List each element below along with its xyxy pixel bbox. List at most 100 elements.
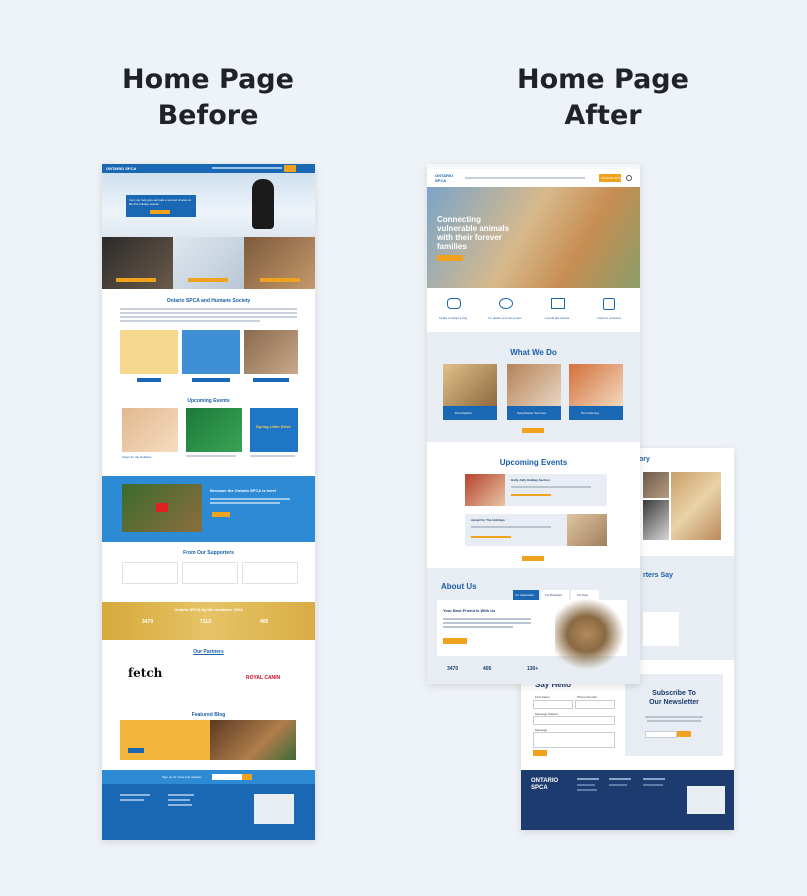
heading-after-line2: After [564, 100, 642, 131]
before-hero-text: Can you help give animals a second chanc… [129, 198, 192, 206]
search-icon[interactable] [626, 175, 632, 181]
before-number-3: 405 [260, 619, 269, 625]
after-send-button[interactable] [533, 750, 547, 756]
heading-before-line1: Home Page [122, 64, 294, 95]
after-stat-1: 3470 [447, 666, 459, 672]
before-event-1 [122, 408, 178, 452]
after-icon-label-1: I'd like to adopt a dog [438, 316, 468, 320]
before-promo-1 [120, 330, 178, 374]
after-story-photo-4 [671, 472, 721, 540]
before-video-player[interactable] [122, 484, 202, 532]
after-input-first-name[interactable] [533, 700, 573, 709]
after-newsletter-title-2: Our Newsletter [649, 699, 699, 706]
after-icon-label-4: I want to volunteer [596, 316, 622, 320]
after-what-we-do: What We Do Pet Adoption Spay/Neuter Serv… [427, 332, 640, 442]
before-partners-title: Our Partners [193, 649, 224, 655]
after-upcoming-title: Upcoming Events [499, 458, 568, 467]
after-hero: Connecting vulnerable animals with their… [427, 187, 640, 288]
after-footer-logo: ONTARIO SPCA [531, 778, 559, 791]
volunteer-icon[interactable] [603, 298, 615, 310]
before-signup-text: Sign up for news and updates [162, 775, 202, 779]
after-event-1-title: Holly Jolly Holiday Auction [511, 478, 550, 482]
after-event-2-title: Adopt For The Holidays [471, 518, 505, 522]
before-featured-blog-card [120, 720, 210, 760]
before-footer [102, 784, 315, 840]
before-donate-button[interactable] [284, 165, 296, 172]
after-event-2-photo [567, 514, 607, 546]
after-service-2-label: Spay/Neuter Services [517, 411, 547, 415]
after-footer-map [687, 786, 725, 814]
after-service-3-photo [569, 364, 623, 406]
after-newsletter-input[interactable] [645, 731, 677, 738]
after-hero-title: Connecting vulnerable animals with their… [437, 215, 510, 251]
before-intro-title: Ontario SPCA and Humane Society [166, 298, 251, 304]
before-featured-blog-title: Featured Blog [191, 712, 226, 718]
before-signup-input[interactable] [212, 774, 242, 780]
after-story-photo-1 [643, 472, 669, 498]
after-nav: ONTARIO SPCA DONATE NOW [427, 169, 640, 187]
before-featured-blog-photo [210, 720, 296, 760]
before-logo: ONTARIO SPCA [106, 166, 137, 171]
heading-after: Home Page After [503, 62, 703, 134]
after-logo: ONTARIO SPCA [435, 173, 454, 183]
after-input-subject[interactable] [533, 716, 615, 725]
before-number-2: 7113 [200, 619, 211, 625]
before-hero: Can you help give animals a second chanc… [102, 173, 315, 237]
before-event-2 [186, 408, 242, 452]
after-about-tab-1-label: Our Organization [515, 594, 535, 597]
before-partner-fetch: fetch [128, 666, 163, 680]
before-header: ONTARIO SPCA [102, 164, 315, 173]
before-footer-map [254, 794, 294, 824]
donate-icon[interactable] [551, 298, 565, 309]
play-icon[interactable] [156, 503, 168, 512]
after-input-phone[interactable] [575, 700, 615, 709]
after-service-1-photo [443, 364, 497, 406]
after-service-2[interactable]: Spay/Neuter Services [507, 406, 561, 420]
after-service-3[interactable]: Pet Fostering [569, 406, 623, 420]
before-event-1-label: Adopt for the Holidays [122, 455, 152, 459]
after-story-photo-3 [643, 500, 669, 540]
before-signup-button[interactable] [242, 774, 252, 780]
after-donate-label: DONATE NOW [601, 176, 622, 180]
after-event-2-card[interactable]: Adopt For The Holidays [465, 514, 607, 546]
after-service-3-label: Pet Fostering [581, 411, 599, 415]
after-about-title: About Us [441, 582, 477, 591]
after-events-button[interactable] [522, 556, 544, 561]
after-about-cat-photo [555, 598, 625, 670]
before-promo-2 [182, 330, 240, 374]
after-stat-3: 130+ [527, 666, 539, 672]
dog-icon[interactable] [447, 298, 461, 309]
after-about-tab-1[interactable]: Our Organization [513, 590, 539, 600]
before-numbers-title: Ontario SPCA by the numbers: 2022 [174, 607, 243, 612]
after-about: About Us Our Organization Our Philosophy… [427, 568, 640, 684]
heading-after-line1: Home Page [517, 64, 689, 95]
after-screenshot-front: ONTARIO SPCA DONATE NOW Connecting vulne… [427, 164, 640, 684]
after-what-we-do-button[interactable] [522, 428, 544, 433]
cat-icon[interactable] [499, 298, 513, 309]
heading-before-line2: Before [157, 100, 259, 131]
before-promo-3 [244, 330, 298, 374]
after-stat-2: 405 [483, 666, 492, 672]
before-hero-button[interactable] [150, 210, 170, 214]
after-supporters-title: rters Say [643, 572, 673, 579]
after-about-button[interactable] [443, 638, 467, 644]
before-video-heading: Because the Ontario SPCA is here! [210, 488, 277, 493]
after-event-1-photo [465, 474, 505, 506]
after-icon-label-2: I'm aware of a cat person [488, 316, 522, 320]
after-icons-row: I'd like to adopt a dog I'm aware of a c… [427, 288, 640, 332]
heading-before: Home Page Before [108, 62, 308, 134]
after-what-we-do-title: What We Do [510, 348, 557, 357]
after-footer: ONTARIO SPCA [521, 770, 734, 830]
after-story-title: ory [639, 456, 650, 463]
after-service-1[interactable]: Pet Adoption [443, 406, 497, 420]
after-newsletter-button[interactable] [677, 731, 691, 737]
after-donate-button[interactable]: DONATE NOW [599, 174, 621, 182]
after-input-message[interactable] [533, 732, 615, 748]
before-supporters-title: From Our Supporters [183, 550, 234, 556]
after-newsletter-title-1: Subscribe To [652, 690, 696, 697]
before-event-3: Spring Litter Drive [250, 408, 298, 452]
after-newsletter-box: Subscribe To Our Newsletter [625, 674, 723, 756]
after-hero-button[interactable] [437, 255, 463, 261]
before-number-1: 3470 [142, 619, 154, 625]
after-event-1-card[interactable]: Holly Jolly Holiday Auction [465, 474, 607, 506]
